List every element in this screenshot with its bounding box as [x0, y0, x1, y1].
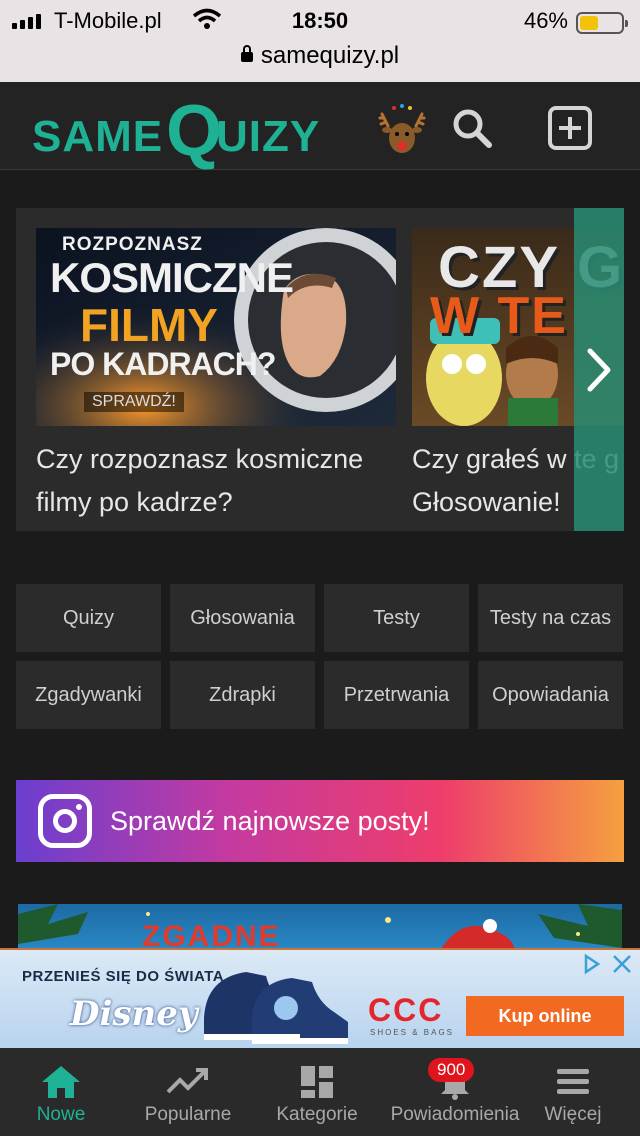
search-button[interactable]: [448, 104, 496, 152]
tab-label: Nowe: [36, 1104, 86, 1125]
category-quizy[interactable]: Quizy: [16, 584, 161, 652]
notification-badge: 900: [428, 1058, 475, 1082]
tab-wiecej[interactable]: Więcej: [538, 1048, 608, 1136]
featured-carousel[interactable]: ROZPOZNASZ KOSMICZNE FILMY PO KADRACH? S…: [16, 208, 624, 531]
url-text: samequizy.pl: [260, 42, 400, 69]
close-icon: [613, 955, 631, 973]
battery-percent: 46%: [523, 8, 568, 33]
site-header: SAME Q UIZY: [0, 82, 640, 171]
ad-ccc-subtitle: SHOES & BAGS: [370, 1028, 455, 1037]
carousel-card[interactable]: ROZPOZNASZ KOSMICZNE FILMY PO KADRACH? S…: [36, 228, 396, 524]
search-icon: [453, 109, 492, 148]
add-quiz-button[interactable]: [546, 104, 594, 152]
logo-q: Q: [166, 91, 224, 171]
instagram-icon: [38, 794, 92, 848]
category-zgadywanki[interactable]: Zgadywanki: [16, 661, 161, 729]
reindeer-icon: [378, 104, 426, 160]
ad-close-button[interactable]: [610, 952, 634, 976]
menu-icon: [557, 1069, 589, 1094]
adchoices-icon[interactable]: [580, 952, 604, 976]
ad-headline: PRZENIEŚ SIĘ DO ŚWIATA: [22, 968, 225, 985]
tab-label: Powiadomienia: [390, 1104, 520, 1125]
category-przetrwania[interactable]: Przetrwania: [324, 661, 469, 729]
ios-status-bar: T-Mobile.pl 18:50 46% samequizy.pl: [0, 0, 640, 82]
instagram-banner-text: Sprawdź najnowsze posty!: [110, 805, 430, 836]
thumb-text-1: ROZPOZNASZ: [62, 234, 203, 255]
lock-icon: [240, 45, 253, 62]
chevron-right-icon: [587, 348, 611, 391]
category-opowiadania[interactable]: Opowiadania: [478, 661, 623, 729]
logo-uizy: UIZY: [216, 112, 321, 161]
ad-cta-button[interactable]: Kup online: [466, 996, 624, 1036]
card-thumbnail: ROZPOZNASZ KOSMICZNE FILMY PO KADRACH? S…: [36, 228, 396, 426]
card-title[interactable]: Czy rozpoznasz kosmiczne filmy po kadrze…: [36, 438, 396, 524]
tab-label: Popularne: [144, 1104, 232, 1125]
tab-kategorie[interactable]: Kategorie: [266, 1048, 368, 1136]
carousel-next-button[interactable]: [574, 208, 624, 531]
advertisement[interactable]: PRZENIEŚ SIĘ DO ŚWIATA Disney CCC SHOES …: [0, 948, 640, 1048]
ad-disney-logo: Disney: [70, 994, 198, 1034]
category-grid: Quizy Głosowania Testy Testy na czas Zga…: [16, 584, 624, 729]
bottom-tab-bar: Nowe Popularne Kategorie Powiadomienia 9…: [0, 1048, 640, 1136]
tab-popularne[interactable]: Popularne: [134, 1048, 242, 1136]
category-testy[interactable]: Testy: [324, 584, 469, 652]
tab-label: Więcej: [544, 1104, 602, 1125]
card-title-line: filmy po kadrze?: [36, 487, 233, 517]
christmas-banner[interactable]: ZGADNE: [18, 904, 622, 954]
tab-powiadomienia[interactable]: Powiadomienia 900: [382, 1048, 528, 1136]
grid-icon: [301, 1066, 333, 1098]
tab-label: Kategorie: [276, 1104, 358, 1125]
thumb-text-4: PO KADRACH?: [50, 346, 276, 382]
category-zdrapki[interactable]: Zdrapki: [170, 661, 315, 729]
card-title-line: Czy rozpoznasz kosmiczne: [36, 444, 364, 474]
ad-shoe-image: [204, 972, 348, 1044]
tab-nowe[interactable]: Nowe: [22, 1048, 100, 1136]
thumb-text-2: W TE: [430, 287, 568, 345]
url-bar[interactable]: samequizy.pl: [0, 42, 640, 70]
category-glosowania[interactable]: Głosowania: [170, 584, 315, 652]
thumb-text-2: KOSMICZNE: [50, 254, 294, 301]
thumb-text-3: FILMY: [80, 299, 218, 351]
ad-ccc-logo: CCC: [368, 992, 444, 1028]
instagram-banner[interactable]: Sprawdź najnowsze posty!: [16, 780, 624, 862]
trending-icon: [166, 1068, 208, 1094]
add-icon: [548, 106, 592, 150]
battery-icon: [576, 12, 628, 34]
category-testy-na-czas[interactable]: Testy na czas: [478, 584, 623, 652]
thumb-text-5: SPRAWDŹ!: [84, 392, 184, 412]
logo-same: SAME: [32, 112, 164, 161]
home-icon: [42, 1066, 80, 1098]
